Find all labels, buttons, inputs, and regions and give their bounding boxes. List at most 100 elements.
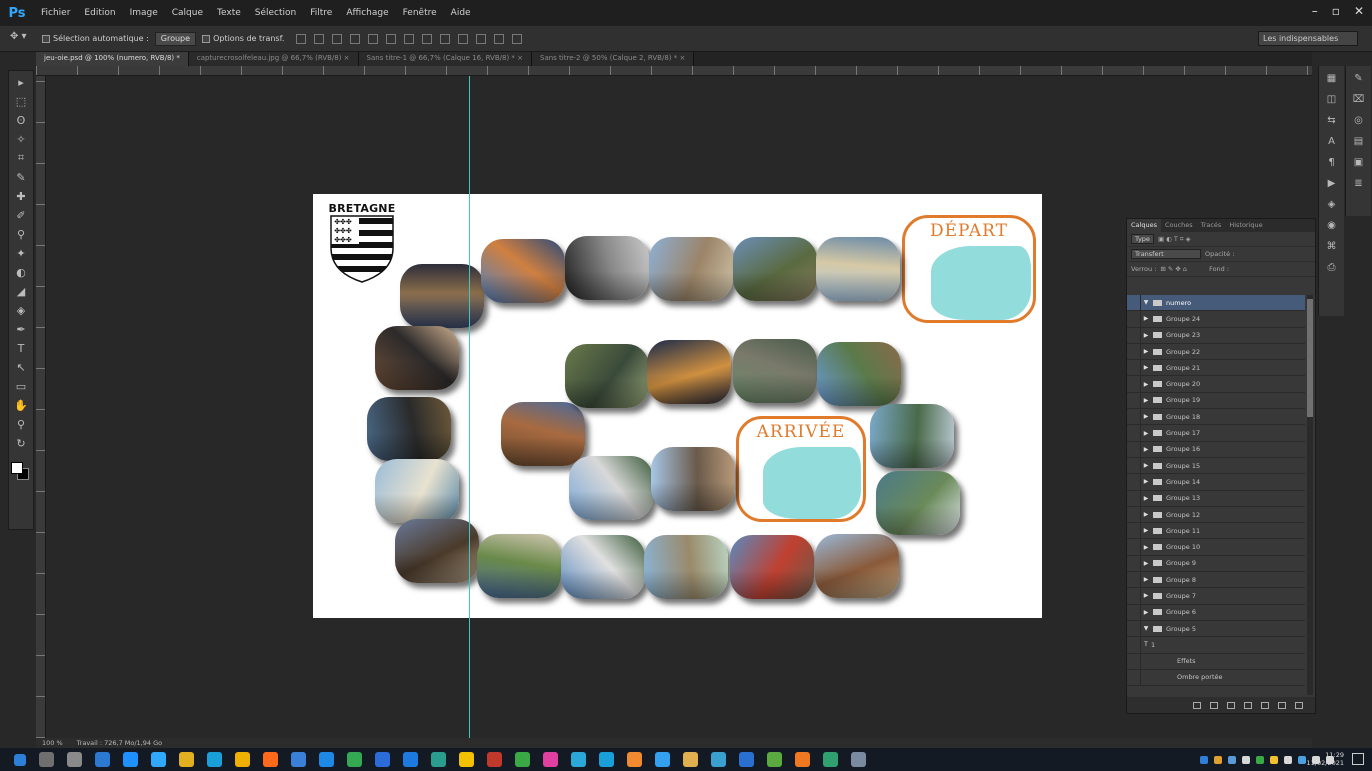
- taskbar-app-icon[interactable]: [599, 752, 614, 767]
- tray-icon[interactable]: [1214, 755, 1222, 764]
- visibility-toggle[interactable]: [1127, 620, 1141, 637]
- tool-icon[interactable]: ✒: [13, 322, 29, 336]
- trash-icon[interactable]: [1295, 701, 1303, 709]
- visibility-toggle[interactable]: [1127, 572, 1141, 588]
- properties-panel-icon[interactable]: ▤: [1352, 135, 1366, 147]
- expand-arrow-icon[interactable]: ▶: [1141, 511, 1151, 518]
- taskbar-app-icon[interactable]: [767, 752, 782, 767]
- distribute-bottom-icon[interactable]: [440, 33, 451, 44]
- brush-panel-icon[interactable]: ✎: [1352, 72, 1366, 84]
- expand-arrow-icon[interactable]: ▶: [1141, 430, 1151, 437]
- expand-arrow-icon[interactable]: ▼: [1141, 625, 1151, 632]
- tool-icon[interactable]: ▭: [13, 379, 29, 393]
- taskbar-app-icon[interactable]: [319, 752, 334, 767]
- taskbar-app-icon[interactable]: [151, 752, 166, 767]
- maximize-button[interactable]: ▫: [1332, 4, 1340, 18]
- document-canvas[interactable]: BRETAGNE ✤✤✤ ✤✤✤ ✤✤✤ DÉPART ARRIVÉE: [313, 194, 1042, 618]
- fx-icon[interactable]: [1210, 701, 1218, 709]
- layer-row[interactable]: ▶ Groupe 24: [1127, 311, 1305, 328]
- minimize-button[interactable]: –: [1312, 4, 1318, 18]
- layer-row[interactable]: ▼ Groupe 5: [1127, 620, 1305, 638]
- tool-icon[interactable]: ▸: [13, 75, 29, 89]
- taskbar-app-icon[interactable]: [207, 752, 222, 767]
- expand-arrow-icon[interactable]: T: [1141, 641, 1151, 648]
- visibility-toggle[interactable]: [1127, 506, 1141, 523]
- tray-icon[interactable]: [1242, 755, 1250, 764]
- start-icon[interactable]: [14, 753, 26, 766]
- foreground-color-swatch[interactable]: [11, 462, 23, 474]
- document-tab[interactable]: capturecrosolfeleau.jpg @ 66,7% (RVB/8) …: [188, 52, 359, 66]
- new-layer-icon[interactable]: [1278, 701, 1286, 709]
- checkbox-box[interactable]: [202, 34, 211, 43]
- menu-item[interactable]: Texte: [210, 8, 248, 18]
- taskbar-app-icon[interactable]: [655, 752, 670, 767]
- layer-row[interactable]: ▶ Groupe 13: [1127, 490, 1305, 507]
- tray-icon[interactable]: [1200, 755, 1208, 764]
- expand-arrow-icon[interactable]: ▶: [1141, 527, 1151, 534]
- libraries-panel-icon[interactable]: ▣: [1352, 156, 1366, 168]
- visibility-toggle[interactable]: [1127, 490, 1141, 506]
- tool-icon[interactable]: T: [13, 341, 29, 355]
- taskbar-app-icon[interactable]: [627, 752, 642, 767]
- layer-row[interactable]: ▶ Groupe 18: [1127, 409, 1305, 426]
- layer-row[interactable]: ▶ Groupe 19: [1127, 392, 1305, 410]
- new-group-icon[interactable]: [1261, 701, 1269, 709]
- visibility-toggle[interactable]: [1127, 457, 1141, 474]
- visibility-toggle[interactable]: [1127, 539, 1141, 555]
- taskbar-app-icon[interactable]: [67, 752, 82, 767]
- layer-row[interactable]: ▶ Groupe 12: [1127, 506, 1305, 524]
- layer-row[interactable]: ▶ Groupe 8: [1127, 572, 1305, 589]
- 3d-mode-icon[interactable]: [512, 33, 523, 44]
- layer-row[interactable]: ▶ Groupe 11: [1127, 523, 1305, 540]
- expand-arrow-icon[interactable]: ▶: [1141, 364, 1151, 371]
- visibility-toggle[interactable]: [1127, 637, 1141, 653]
- expand-arrow-icon[interactable]: ▶: [1141, 609, 1151, 616]
- document-tab[interactable]: Sans titre-2 @ 50% (Calque 2, RVB/8) * ×: [532, 52, 695, 66]
- expand-arrow-icon[interactable]: ▶: [1141, 544, 1151, 551]
- paragraph-panel-icon[interactable]: ¶: [1325, 156, 1339, 168]
- visibility-toggle[interactable]: [1127, 343, 1141, 360]
- tool-icon[interactable]: ✚: [13, 189, 29, 203]
- layer-row[interactable]: ▶ Groupe 7: [1127, 588, 1305, 605]
- align-left-icon[interactable]: [350, 33, 361, 44]
- expand-arrow-icon[interactable]: ▶: [1141, 462, 1151, 469]
- expand-arrow-icon[interactable]: ▶: [1141, 397, 1151, 404]
- tray-icon[interactable]: [1228, 755, 1236, 764]
- taskbar-app-icon[interactable]: [263, 752, 278, 767]
- adjustments-panel-icon[interactable]: ⇆: [1325, 114, 1339, 126]
- tool-icon[interactable]: ↻: [13, 436, 29, 450]
- tool-icon[interactable]: ⚲: [13, 417, 29, 431]
- distribute-left-icon[interactable]: [458, 33, 469, 44]
- taskbar-app-icon[interactable]: [95, 752, 110, 767]
- clone-source-icon[interactable]: ◎: [1352, 114, 1366, 126]
- visibility-toggle[interactable]: [1127, 441, 1141, 457]
- document-tab[interactable]: Sans titre-1 @ 66,7% (Calque 16, RVB/8) …: [358, 52, 532, 66]
- menu-item[interactable]: Image: [123, 8, 165, 18]
- play-actions-icon[interactable]: ▶: [1325, 177, 1339, 189]
- taskbar-app-icon[interactable]: [375, 752, 390, 767]
- expand-arrow-icon[interactable]: ▶: [1141, 478, 1151, 485]
- layer-row[interactable]: ▶ Groupe 21: [1127, 360, 1305, 377]
- taskbar-app-icon[interactable]: [235, 752, 250, 767]
- visibility-toggle[interactable]: [1127, 669, 1141, 686]
- menu-item[interactable]: Calque: [165, 8, 210, 18]
- tray-icon[interactable]: [1256, 755, 1264, 764]
- expand-arrow-icon[interactable]: ▶: [1141, 576, 1151, 583]
- tool-icon[interactable]: ↖: [13, 360, 29, 374]
- align-center-icon[interactable]: [368, 33, 379, 44]
- horizontal-ruler[interactable]: [36, 66, 1312, 76]
- filter-icons[interactable]: ▣ ◐ T ⌗ ◈: [1158, 235, 1191, 244]
- expand-arrow-icon[interactable]: ▶: [1141, 413, 1151, 420]
- tool-icon[interactable]: ⌗: [13, 151, 29, 165]
- taskbar-app-icon[interactable]: [403, 752, 418, 767]
- layer-row[interactable]: ▶ Groupe 10: [1127, 539, 1305, 556]
- zoom-level[interactable]: 100 %: [42, 739, 63, 747]
- layer-row[interactable]: T1: [1127, 637, 1305, 654]
- tool-icon[interactable]: ✎: [13, 170, 29, 184]
- visibility-toggle[interactable]: [1127, 409, 1141, 425]
- visibility-toggle[interactable]: [1127, 588, 1141, 604]
- vertical-ruler[interactable]: [36, 76, 46, 738]
- layers-panel-icon[interactable]: ◈: [1325, 198, 1339, 210]
- panel-tab[interactable]: Tracés: [1197, 219, 1226, 232]
- expand-arrow-icon[interactable]: ▶: [1141, 560, 1151, 567]
